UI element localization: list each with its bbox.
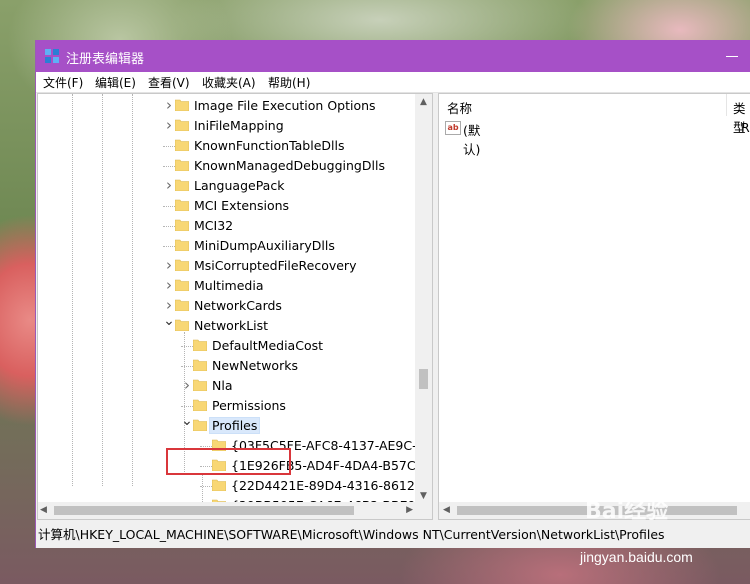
chevron-right-icon[interactable]: › (163, 298, 175, 313)
folder-icon (192, 419, 208, 432)
profiles-highlight-box (166, 448, 291, 475)
folder-icon (192, 399, 208, 412)
tree-item-label: LanguagePack (194, 178, 285, 193)
menu-edit[interactable]: 编辑(E) (95, 74, 136, 91)
tree-item-label: Image File Execution Options (194, 98, 376, 113)
watermark-url: jingyan.baidu.com (580, 549, 693, 565)
tree-item-label: NetworkList (194, 318, 269, 333)
registry-editor-window: 注册表编辑器 文件(F) 编辑(E) 查看(V) 收藏夹(A) 帮助(H) › I… (35, 40, 750, 548)
values-pane[interactable]: 名称 类型 ab (默认) REG ◀ (438, 93, 750, 520)
tree-guide-line (72, 94, 73, 486)
tree-connector (163, 166, 175, 167)
menu-help[interactable]: 帮助(H) (268, 74, 310, 91)
folder-icon (192, 339, 208, 352)
column-header-name[interactable]: 名称 (447, 98, 472, 117)
tree-connector (163, 246, 175, 247)
string-value-icon: ab (445, 121, 461, 135)
tree-item-label: MiniDumpAuxiliaryDlls (194, 238, 335, 253)
tree-item-label: DefaultMediaCost (212, 338, 324, 353)
chevron-down-icon[interactable]: ⌄ (181, 414, 193, 428)
tree-item-label: Profiles (208, 417, 261, 434)
tree-connector (200, 486, 212, 487)
tree-item-label: KnownFunctionTableDlls (194, 138, 345, 153)
folder-icon (174, 319, 190, 332)
tree-item-label: Multimedia (194, 278, 264, 293)
menu-favorites[interactable]: 收藏夹(A) (202, 74, 256, 91)
chevron-down-icon[interactable]: ⌄ (163, 314, 175, 328)
tree-connector (181, 346, 193, 347)
chevron-right-icon[interactable]: › (163, 258, 175, 273)
folder-icon (174, 219, 190, 232)
tree-connector (163, 206, 175, 207)
folder-icon (174, 199, 190, 212)
tree-item-label: Permissions (212, 398, 286, 413)
menu-view[interactable]: 查看(V) (148, 74, 190, 91)
folder-icon (192, 379, 208, 392)
folder-icon (174, 299, 190, 312)
folder-icon (192, 359, 208, 372)
scroll-up-arrow-icon[interactable]: ▲ (415, 94, 432, 110)
chevron-right-icon[interactable]: › (163, 98, 175, 113)
folder-icon (174, 139, 190, 152)
folder-icon (174, 99, 190, 112)
scroll-left-arrow-icon[interactable]: ◀ (40, 502, 47, 519)
tree-connector (181, 406, 193, 407)
scrollbar-thumb[interactable] (54, 506, 354, 515)
tree-vertical-scrollbar[interactable]: ▲ ▼ (415, 94, 432, 519)
tree-guide-line (102, 94, 103, 486)
scroll-left-arrow-icon[interactable]: ◀ (443, 502, 450, 519)
folder-icon (174, 179, 190, 192)
tree-item-label: {22D4421E-89D4-4316-8612-4F (231, 478, 433, 493)
registry-editor-icon (45, 49, 59, 63)
folder-icon (174, 279, 190, 292)
folder-icon (174, 259, 190, 272)
folder-icon (174, 239, 190, 252)
tree-item-label: MCI32 (194, 218, 234, 233)
menu-file[interactable]: 文件(F) (43, 74, 83, 91)
value-name: (默认) (463, 123, 481, 157)
chevron-right-icon[interactable]: › (181, 378, 193, 393)
baidu-jingyan-watermark-logo: Bai经验 (585, 499, 669, 524)
scroll-right-arrow-icon[interactable]: ▶ (406, 502, 413, 519)
tree-item-label: MCI Extensions (194, 198, 290, 213)
folder-icon (174, 159, 190, 172)
window-title: 注册表编辑器 (66, 52, 145, 67)
tree-item-label: KnownManagedDebuggingDlls (194, 158, 385, 173)
registry-tree[interactable]: › Image File Execution Options › IniFileMap… (37, 93, 433, 520)
scroll-down-arrow-icon[interactable]: ▼ (415, 488, 432, 504)
chevron-right-icon[interactable]: › (163, 278, 175, 293)
title-bar[interactable]: 注册表编辑器 (36, 40, 750, 72)
minimize-button[interactable] (722, 46, 742, 66)
scrollbar-thumb[interactable] (419, 369, 428, 389)
menu-bar: 文件(F) 编辑(E) 查看(V) 收藏夹(A) 帮助(H) (36, 72, 750, 93)
chevron-right-icon[interactable]: › (163, 118, 175, 133)
tree-guide-line (202, 474, 203, 504)
tree-item-label: NewNetworks (212, 358, 298, 373)
tree-connector (200, 446, 212, 447)
folder-icon (174, 119, 190, 132)
tree-item-label: IniFileMapping (194, 118, 284, 133)
value-type: REG (741, 120, 750, 135)
tree-connector (163, 226, 175, 227)
tree-connector (181, 366, 193, 367)
tree-guide-line (132, 94, 133, 486)
tree-item-label: NetworkCards (194, 298, 282, 313)
tree-horizontal-scrollbar[interactable]: ◀ ▶ (38, 502, 415, 519)
tree-item-label: MsiCorruptedFileRecovery (194, 258, 357, 273)
folder-icon (211, 479, 227, 492)
tree-item-label: Nla (212, 378, 233, 393)
chevron-right-icon[interactable]: › (163, 178, 175, 193)
tree-connector (163, 146, 175, 147)
column-separator[interactable] (726, 94, 727, 116)
